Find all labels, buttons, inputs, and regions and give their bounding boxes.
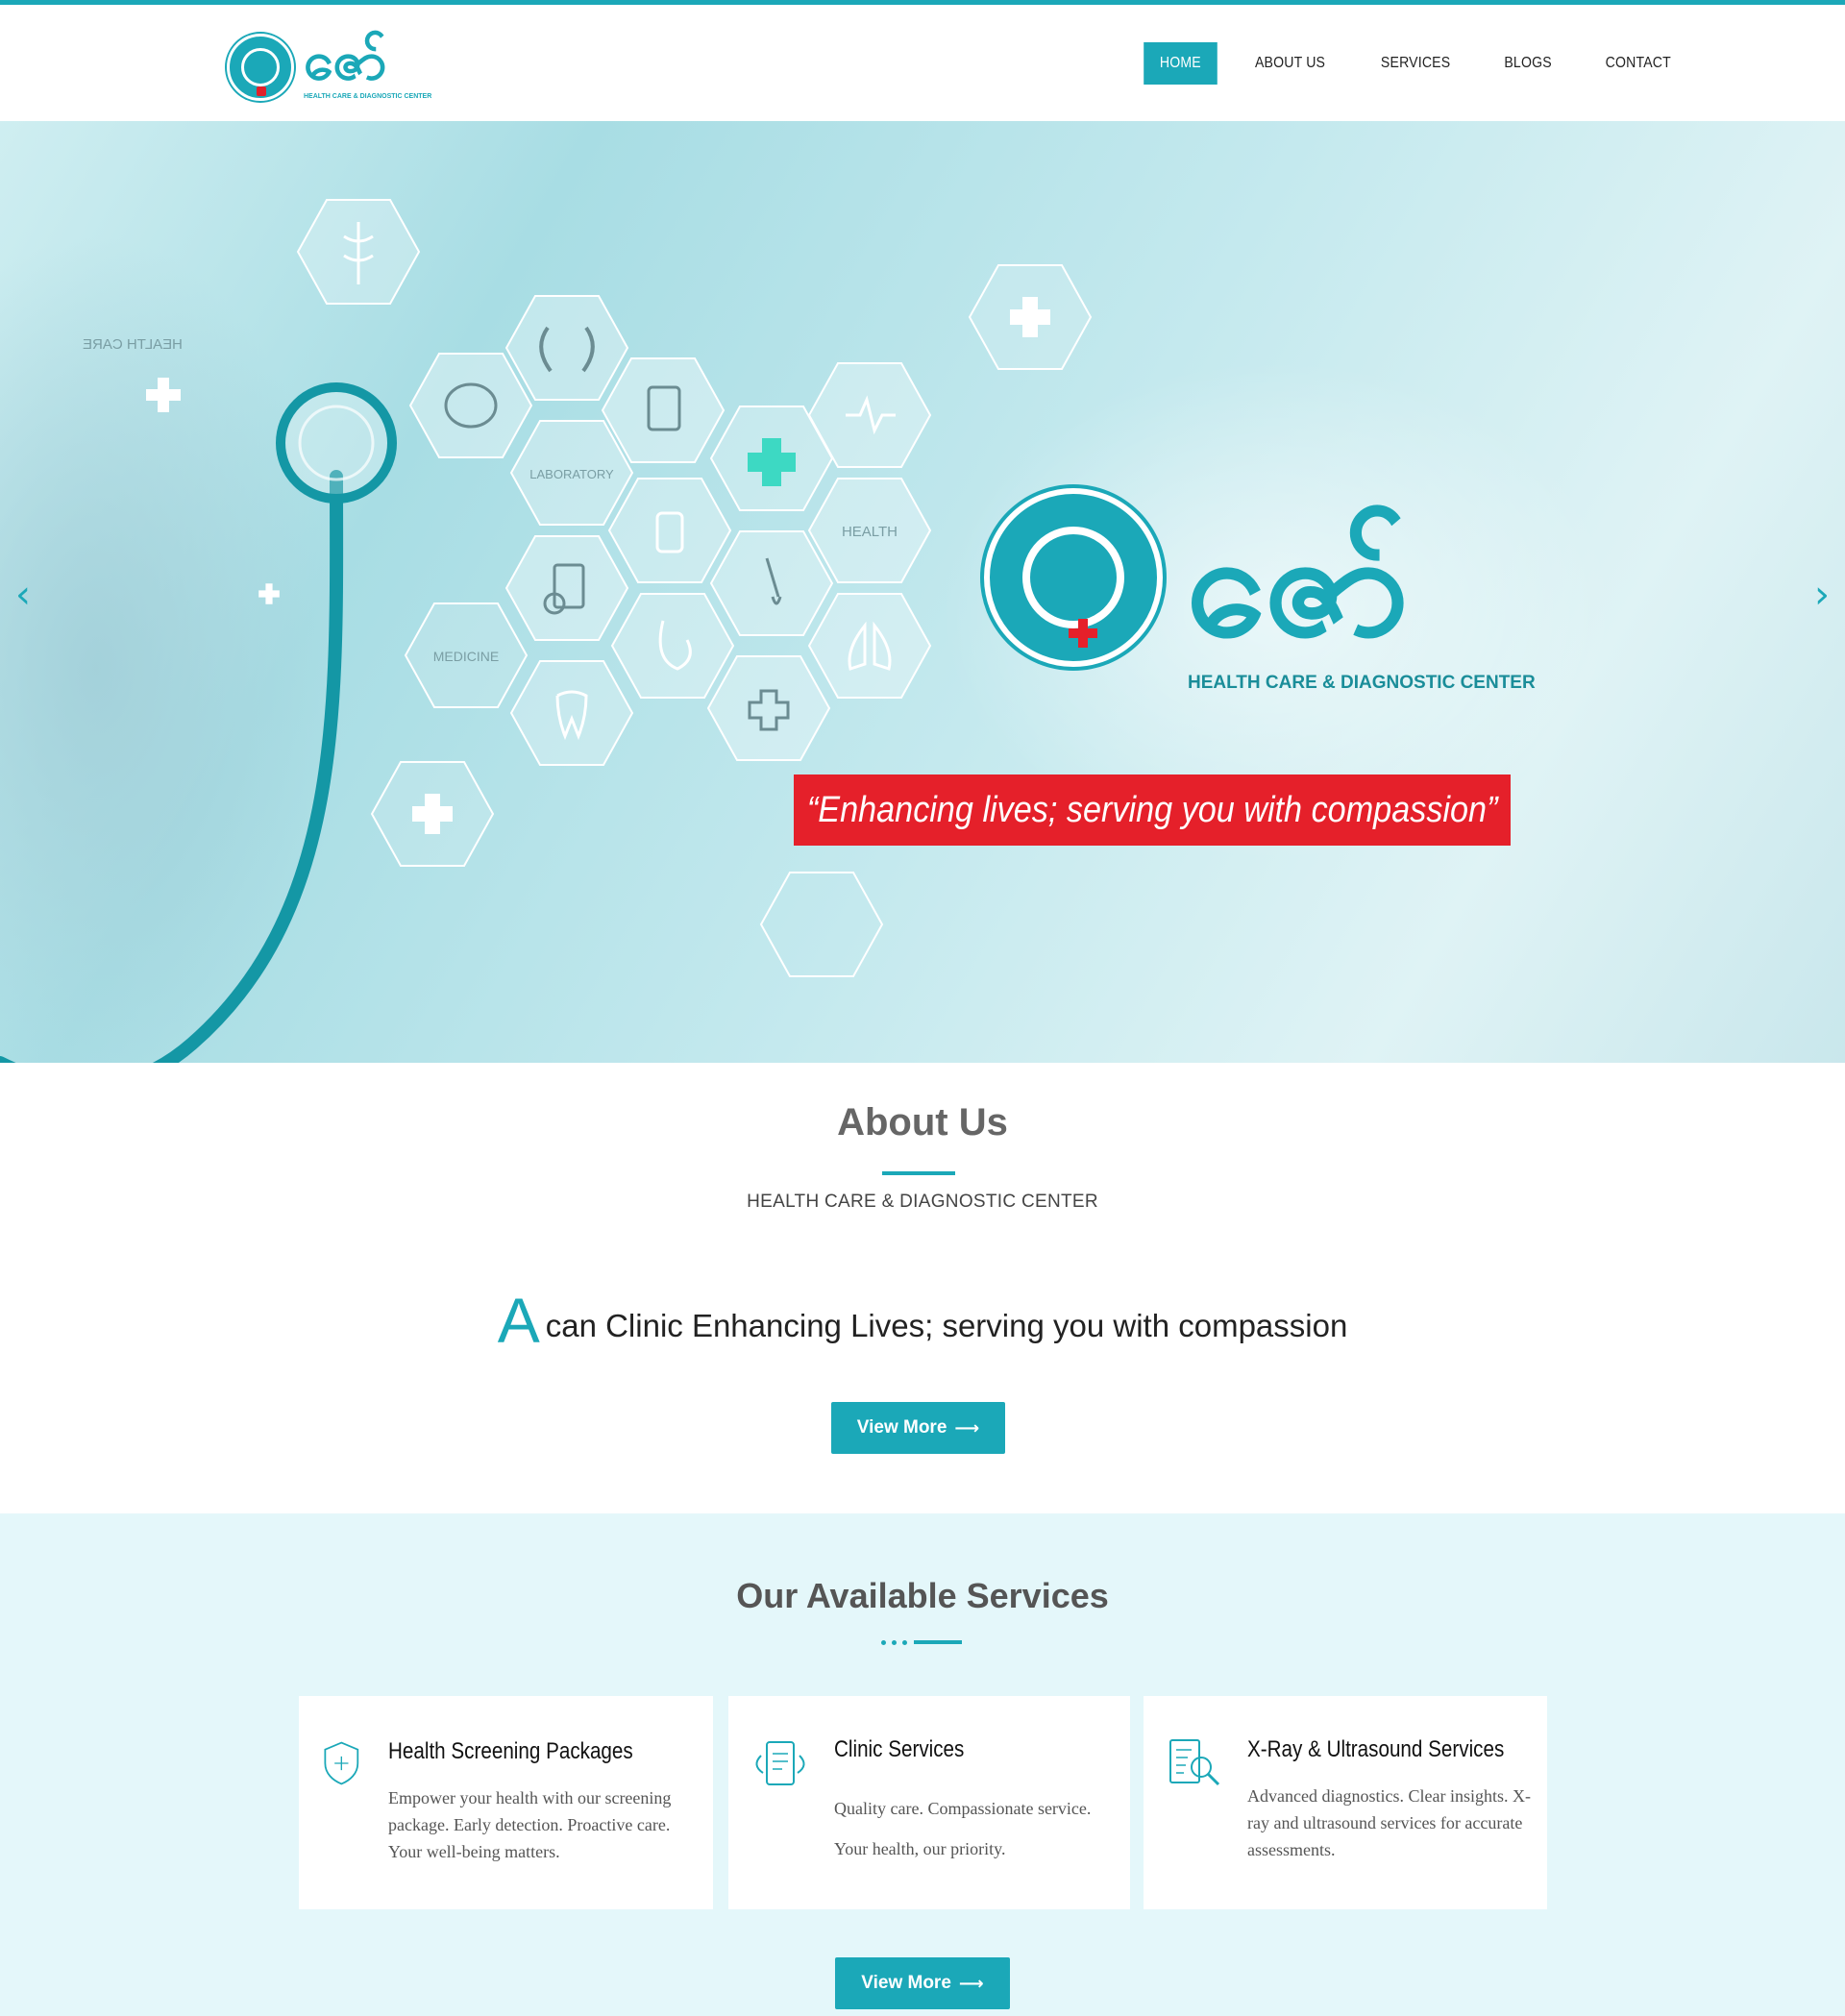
hero-logo-icon [984,488,1163,667]
service-card-title: X-Ray & Ultrasound Services [1247,1736,1505,1762]
document-exchange-icon [755,1741,805,1785]
about-title: About Us [837,1101,1008,1143]
svg-text:MEDICINE: MEDICINE [433,649,499,664]
title-divider [882,1171,955,1175]
svg-text:HEALTH: HEALTH [842,524,898,540]
about-view-more-button[interactable]: View More ⟶ [831,1402,1005,1454]
logo-subtitle: HEALTH CARE & DIAGNOSTIC CENTER [304,93,432,100]
plus-hex-icon [968,263,1093,371]
heartbeat-hex-icon [807,361,932,469]
shield-plus-icon [324,1741,359,1785]
arrow-right-icon: ⟶ [958,1973,984,1994]
microscope-logo-icon [227,34,294,101]
hero-slogan-text: “Enhancing lives; serving you with compa… [806,789,1498,830]
empty-hex [759,871,884,978]
plus-icon-small [258,583,280,604]
nav-contact[interactable]: CONTACT [1589,42,1687,85]
plus-hex-icon-2 [370,760,495,868]
plus-icon [146,378,181,412]
medical-cross-hex-icon [706,654,831,762]
nav-blogs[interactable]: BLOGS [1488,42,1568,85]
slider-prev-button[interactable]: ‹ [15,573,31,617]
hero-slogan-banner: “Enhancing lives; serving you with compa… [794,774,1511,846]
service-card-description: Empower your health with our screening p… [388,1788,672,1861]
site-header: ဇော် HEALTH CARE & DIAGNOSTIC CENTER HOM… [0,5,1845,121]
service-card-title: Health Screening Packages [388,1738,633,1764]
service-card-description: Quality care. Compassionate service. You… [834,1799,1092,1858]
service-card-title: Clinic Services [834,1736,965,1762]
hero-logo-subtitle: HEALTH CARE & DIAGNOSTIC CENTER [1188,673,1536,693]
hero-logo-wordmark: ဇော် [1186,502,1409,669]
health-care-mirrored-label: HEALTH CARE [83,336,183,353]
about-tagline: Acan Clinic Enhancing Lives; serving you… [0,1284,1845,1357]
prescription-hex-icon [601,356,726,464]
caduceus-hex-icon [296,198,421,306]
main-nav: HOME ABOUT US SERVICES BLOGS CONTACT [1139,42,1704,85]
tagline-initial: A [497,1285,540,1356]
services-section: Our Available Services Health Screening … [0,1513,1845,2016]
nav-about-us[interactable]: ABOUT US [1239,42,1341,85]
logo-wordmark: ဇော် [304,30,387,92]
service-card-xray-ultrasound[interactable]: X-Ray & Ultrasound Services Advanced dia… [1144,1696,1547,1909]
report-search-icon [1169,1739,1220,1786]
tooth-hex-icon [509,659,634,767]
stethoscope-icon [0,382,397,1063]
arrow-right-icon: ⟶ [954,1417,980,1438]
slider-next-button[interactable]: › [1814,573,1830,617]
svg-text:LABORATORY: LABORATORY [529,467,614,481]
services-title: Our Available Services [736,1576,1109,1615]
service-card-description: Advanced diagnostics. Clear insights. X-… [1247,1786,1531,1859]
services-view-more-button[interactable]: View More ⟶ [835,1957,1010,2009]
title-divider-dots [881,1639,962,1645]
hero-slider: LABORATORY HEALTH MEDICINE HEALTH CARE ‹… [0,121,1845,1063]
nav-services[interactable]: SERVICES [1365,42,1466,85]
nav-home[interactable]: HOME [1144,42,1218,85]
service-card-clinic[interactable]: Clinic Services Quality care. Compassion… [728,1696,1130,1909]
about-subtitle: HEALTH CARE & DIAGNOSTIC CENTER [747,1192,1098,1212]
site-logo[interactable]: ဇော် HEALTH CARE & DIAGNOSTIC CENTER [227,30,431,107]
service-card-health-screening[interactable]: Health Screening Packages Empower your h… [299,1696,713,1909]
tagline-text: can Clinic Enhancing Lives; serving you … [545,1308,1348,1343]
